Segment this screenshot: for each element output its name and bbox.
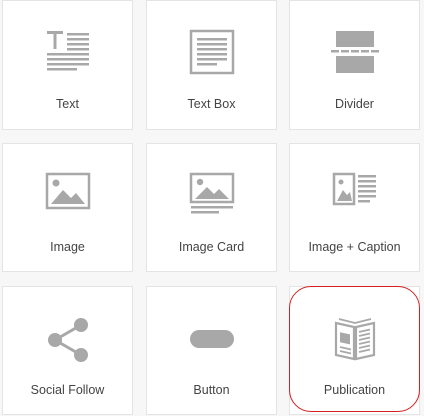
block-image[interactable]: Image	[2, 143, 133, 272]
button-icon	[147, 329, 276, 349]
block-social-follow[interactable]: Social Follow	[2, 286, 133, 415]
block-label: Publication	[323, 383, 386, 397]
block-label: Image Card	[178, 240, 245, 254]
block-button[interactable]: Button	[146, 286, 277, 415]
block-divider[interactable]: Divider	[289, 0, 420, 130]
text-icon	[3, 29, 132, 75]
block-image-caption[interactable]: Image + Caption	[289, 143, 420, 272]
block-label: Text	[56, 97, 79, 111]
block-label: Image + Caption	[308, 240, 401, 254]
content-blocks-grid: Text Text Box Divider Image Image Card I…	[0, 0, 424, 416]
image-icon	[3, 172, 132, 212]
block-label: Divider	[335, 97, 374, 111]
publication-icon	[290, 317, 419, 361]
block-publication[interactable]: Publication	[289, 286, 420, 415]
block-label: Button	[193, 383, 230, 397]
block-label: Image	[50, 240, 85, 254]
divider-icon	[290, 29, 419, 75]
image-caption-icon	[290, 172, 419, 212]
block-text[interactable]: Text	[2, 0, 133, 130]
image-card-icon	[147, 172, 276, 218]
block-label: Social Follow	[30, 383, 105, 397]
share-icon	[3, 317, 132, 363]
block-image-card[interactable]: Image Card	[146, 143, 277, 272]
block-text-box[interactable]: Text Box	[146, 0, 277, 130]
text-box-icon	[147, 29, 276, 75]
block-label: Text Box	[187, 97, 236, 111]
